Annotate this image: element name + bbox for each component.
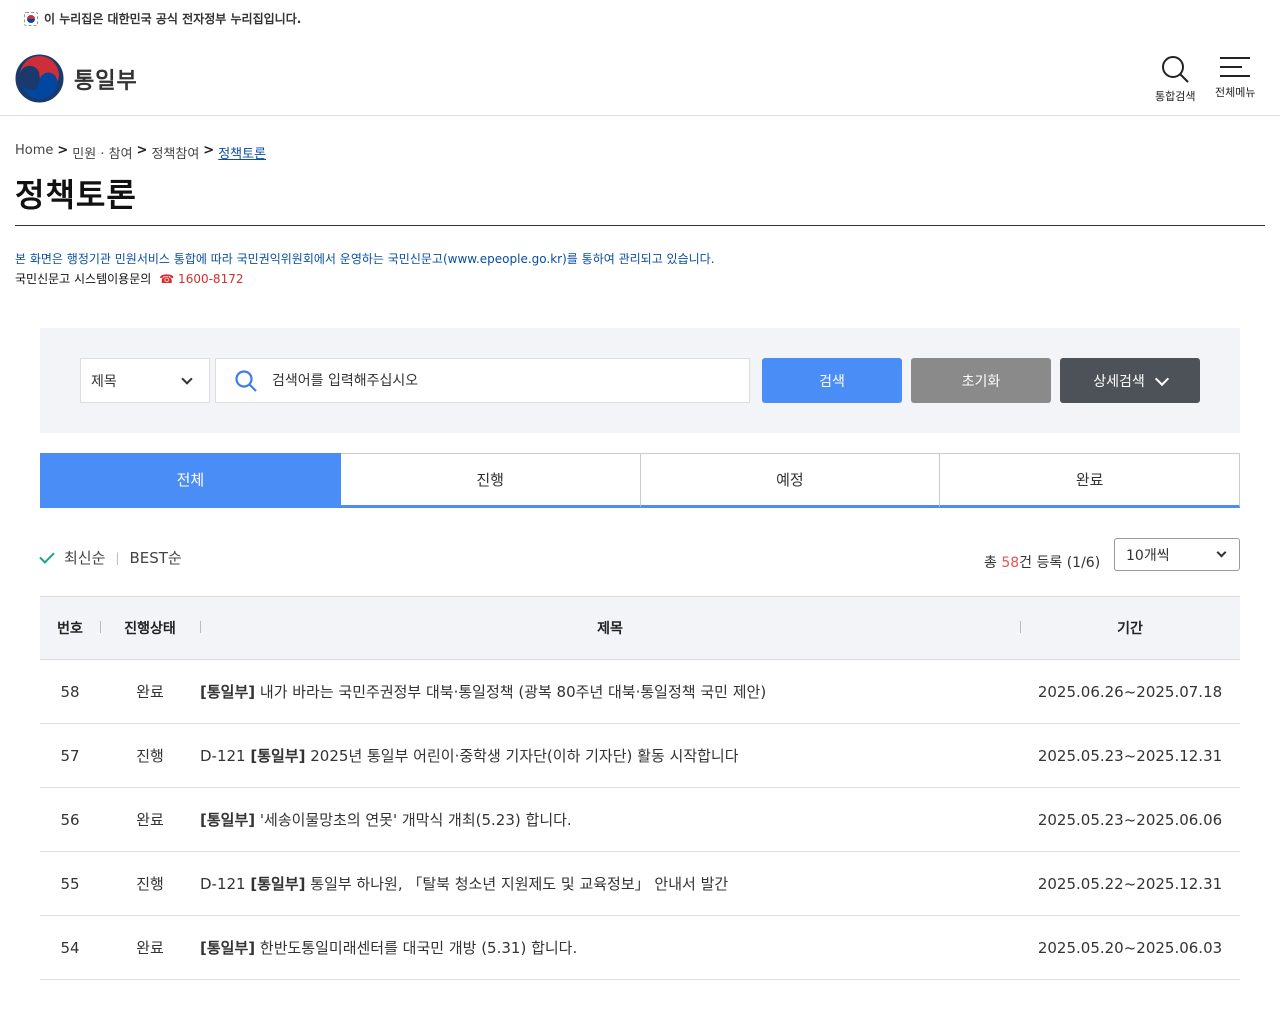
row-title: 통일부 하나원, 「탈북 청소년 지원제도 및 교육정보」 안내서 발간 bbox=[305, 875, 729, 893]
search-field-select[interactable]: 제목 bbox=[80, 358, 210, 403]
row-tag: [통일부] bbox=[250, 747, 306, 765]
row-title-link[interactable]: [통일부] 내가 바라는 국민주권정부 대북·통일정책 (광복 80주년 대북·… bbox=[200, 681, 1020, 702]
table-row[interactable]: 55 진행 D-121 [통일부] 통일부 하나원, 「탈북 청소년 지원제도 … bbox=[40, 852, 1240, 916]
page-size-select[interactable]: 10개씩 bbox=[1114, 538, 1240, 571]
row-title: '세송이물망초의 연못' 개막식 개최(5.23) 합니다. bbox=[255, 811, 572, 829]
check-icon bbox=[39, 547, 55, 564]
row-period: 2025.06.26~2025.07.18 bbox=[1037, 682, 1223, 701]
breadcrumb-level1[interactable]: 민원 · 참여 bbox=[72, 143, 132, 162]
tab-all[interactable]: 전체 bbox=[40, 453, 341, 508]
row-tag: [통일부] bbox=[200, 939, 256, 957]
row-dday: D-121 bbox=[200, 875, 251, 893]
tab-in-progress[interactable]: 진행 bbox=[340, 453, 641, 508]
epeople-notice: 본 화면은 행정기관 민원서비스 통합에 따라 국민권익위원회에서 운영하는 국… bbox=[15, 252, 715, 266]
search-panel: 제목 검색 초기화 상세검색 bbox=[40, 328, 1240, 433]
row-tag: [통일부] bbox=[200, 811, 256, 829]
logo-text: 통일부 bbox=[74, 68, 138, 94]
row-title-link[interactable]: D-121 [통일부] 2025년 통일부 어린이·중학생 기자단(이하 기자단… bbox=[200, 745, 1020, 766]
breadcrumb-home[interactable]: Home bbox=[15, 143, 53, 162]
row-status: 완료 bbox=[136, 683, 164, 701]
hamburger-icon bbox=[1220, 54, 1251, 80]
chevron-down-icon bbox=[1216, 547, 1227, 558]
row-no: 55 bbox=[60, 874, 80, 893]
breadcrumb-sep: > bbox=[203, 143, 215, 158]
reset-button[interactable]: 초기화 bbox=[911, 358, 1051, 403]
row-title: 2025년 통일부 어린이·중학생 기자단(이하 기자단) 활동 시작합니다 bbox=[305, 747, 739, 765]
contact-label: 국민신문고 시스템이용문의 bbox=[15, 272, 152, 286]
row-period: 2025.05.23~2025.06.06 bbox=[1037, 810, 1223, 829]
total-suffix: 건 등록 (1/6) bbox=[1019, 555, 1101, 571]
row-status: 진행 bbox=[136, 875, 164, 893]
gov-banner: 이 누리집은 대한민국 공식 전자정부 누리집입니다. bbox=[24, 10, 301, 27]
search-icon bbox=[1162, 56, 1189, 83]
row-status: 진행 bbox=[136, 747, 164, 765]
header-status: 진행상태 bbox=[100, 618, 200, 638]
breadcrumb-sep: > bbox=[136, 143, 148, 158]
total-count: 총 58건 등록 (1/6) bbox=[984, 552, 1100, 572]
row-period: 2025.05.23~2025.12.31 bbox=[1037, 746, 1223, 765]
breadcrumb-current[interactable]: 정책토론 bbox=[218, 143, 266, 162]
sort-best[interactable]: BEST순 bbox=[129, 547, 181, 568]
row-title-link[interactable]: [통일부] '세송이물망초의 연못' 개막식 개최(5.23) 합니다. bbox=[200, 809, 1020, 830]
table-header: 번호 진행상태 제목 기간 bbox=[40, 596, 1240, 660]
row-title-link[interactable]: D-121 [통일부] 통일부 하나원, 「탈북 청소년 지원제도 및 교육정보… bbox=[200, 873, 1020, 894]
all-menu-button[interactable]: 전체메뉴 bbox=[1215, 54, 1255, 100]
korea-flag-icon bbox=[24, 11, 38, 26]
row-title: 한반도통일미래센터를 대국민 개방 (5.31) 합니다. bbox=[255, 939, 578, 957]
status-tabs: 전체 진행 예정 완료 bbox=[40, 453, 1240, 508]
row-no: 54 bbox=[60, 938, 80, 957]
integrated-search-label: 통합검색 bbox=[1155, 90, 1196, 103]
discussion-table: 번호 진행상태 제목 기간 58 완료 [통일부] 내가 바라는 국민주권정부 … bbox=[40, 596, 1240, 980]
contact-info: 국민신문고 시스템이용문의 ☎ 1600-8172 bbox=[15, 270, 243, 287]
row-no: 56 bbox=[60, 810, 80, 829]
detail-search-label: 상세검색 bbox=[1093, 373, 1145, 390]
chevron-down-icon bbox=[1154, 371, 1169, 386]
breadcrumb-sep: > bbox=[57, 143, 69, 158]
row-period: 2025.05.22~2025.12.31 bbox=[1037, 874, 1223, 893]
site-header: 통일부 통합검색 전체메뉴 bbox=[0, 40, 1280, 116]
contact-phone: ☎ 1600-8172 bbox=[159, 271, 244, 286]
search-input-wrapper bbox=[215, 358, 750, 403]
search-field-value: 제목 bbox=[91, 373, 117, 390]
search-input[interactable] bbox=[272, 372, 712, 389]
row-period: 2025.05.20~2025.06.03 bbox=[1037, 938, 1223, 957]
row-title-link[interactable]: [통일부] 한반도통일미래센터를 대국민 개방 (5.31) 합니다. bbox=[200, 937, 1020, 958]
breadcrumb-level2[interactable]: 정책참여 bbox=[151, 143, 199, 162]
row-tag: [통일부] bbox=[200, 683, 256, 701]
sort-options: 최신순 | BEST순 bbox=[39, 547, 182, 568]
row-status: 완료 bbox=[136, 811, 164, 829]
row-status: 완료 bbox=[136, 939, 164, 957]
integrated-search-button[interactable]: 통합검색 bbox=[1155, 54, 1195, 104]
table-row[interactable]: 54 완료 [통일부] 한반도통일미래센터를 대국민 개방 (5.31) 합니다… bbox=[40, 916, 1240, 980]
sort-divider: | bbox=[115, 550, 120, 565]
table-row[interactable]: 56 완료 [통일부] '세송이물망초의 연못' 개막식 개최(5.23) 합니… bbox=[40, 788, 1240, 852]
logo[interactable]: 통일부 bbox=[15, 54, 138, 103]
row-title: 내가 바라는 국민주권정부 대북·통일정책 (광복 80주년 대북·통일정책 국… bbox=[255, 683, 767, 701]
title-divider bbox=[15, 225, 1265, 226]
detail-search-button[interactable]: 상세검색 bbox=[1060, 358, 1200, 403]
all-menu-label: 전체메뉴 bbox=[1215, 86, 1256, 99]
search-button[interactable]: 검색 bbox=[762, 358, 902, 403]
row-dday: D-121 bbox=[200, 747, 251, 765]
table-row[interactable]: 57 진행 D-121 [통일부] 2025년 통일부 어린이·중학생 기자단(… bbox=[40, 724, 1240, 788]
breadcrumb: Home > 민원 · 참여 > 정책참여 > 정책토론 bbox=[15, 143, 266, 162]
taegeuk-logo-icon bbox=[15, 54, 64, 103]
header-title: 제목 bbox=[200, 618, 1020, 638]
header-no: 번호 bbox=[57, 621, 83, 637]
chevron-down-icon bbox=[181, 372, 193, 385]
page-size-value: 10개씩 bbox=[1126, 547, 1170, 564]
tab-scheduled[interactable]: 예정 bbox=[640, 453, 941, 508]
total-number: 58 bbox=[1001, 555, 1020, 571]
sort-latest[interactable]: 최신순 bbox=[64, 547, 105, 568]
total-prefix: 총 bbox=[984, 555, 1002, 571]
search-icon bbox=[235, 369, 257, 392]
row-no: 58 bbox=[60, 682, 80, 701]
header-period: 기간 bbox=[1020, 618, 1240, 638]
table-row[interactable]: 58 완료 [통일부] 내가 바라는 국민주권정부 대북·통일정책 (광복 80… bbox=[40, 660, 1240, 724]
gov-banner-text: 이 누리집은 대한민국 공식 전자정부 누리집입니다. bbox=[44, 12, 302, 26]
row-no: 57 bbox=[60, 746, 80, 765]
tab-completed[interactable]: 완료 bbox=[940, 453, 1240, 508]
page-title: 정책토론 bbox=[15, 176, 137, 214]
row-tag: [통일부] bbox=[250, 875, 306, 893]
